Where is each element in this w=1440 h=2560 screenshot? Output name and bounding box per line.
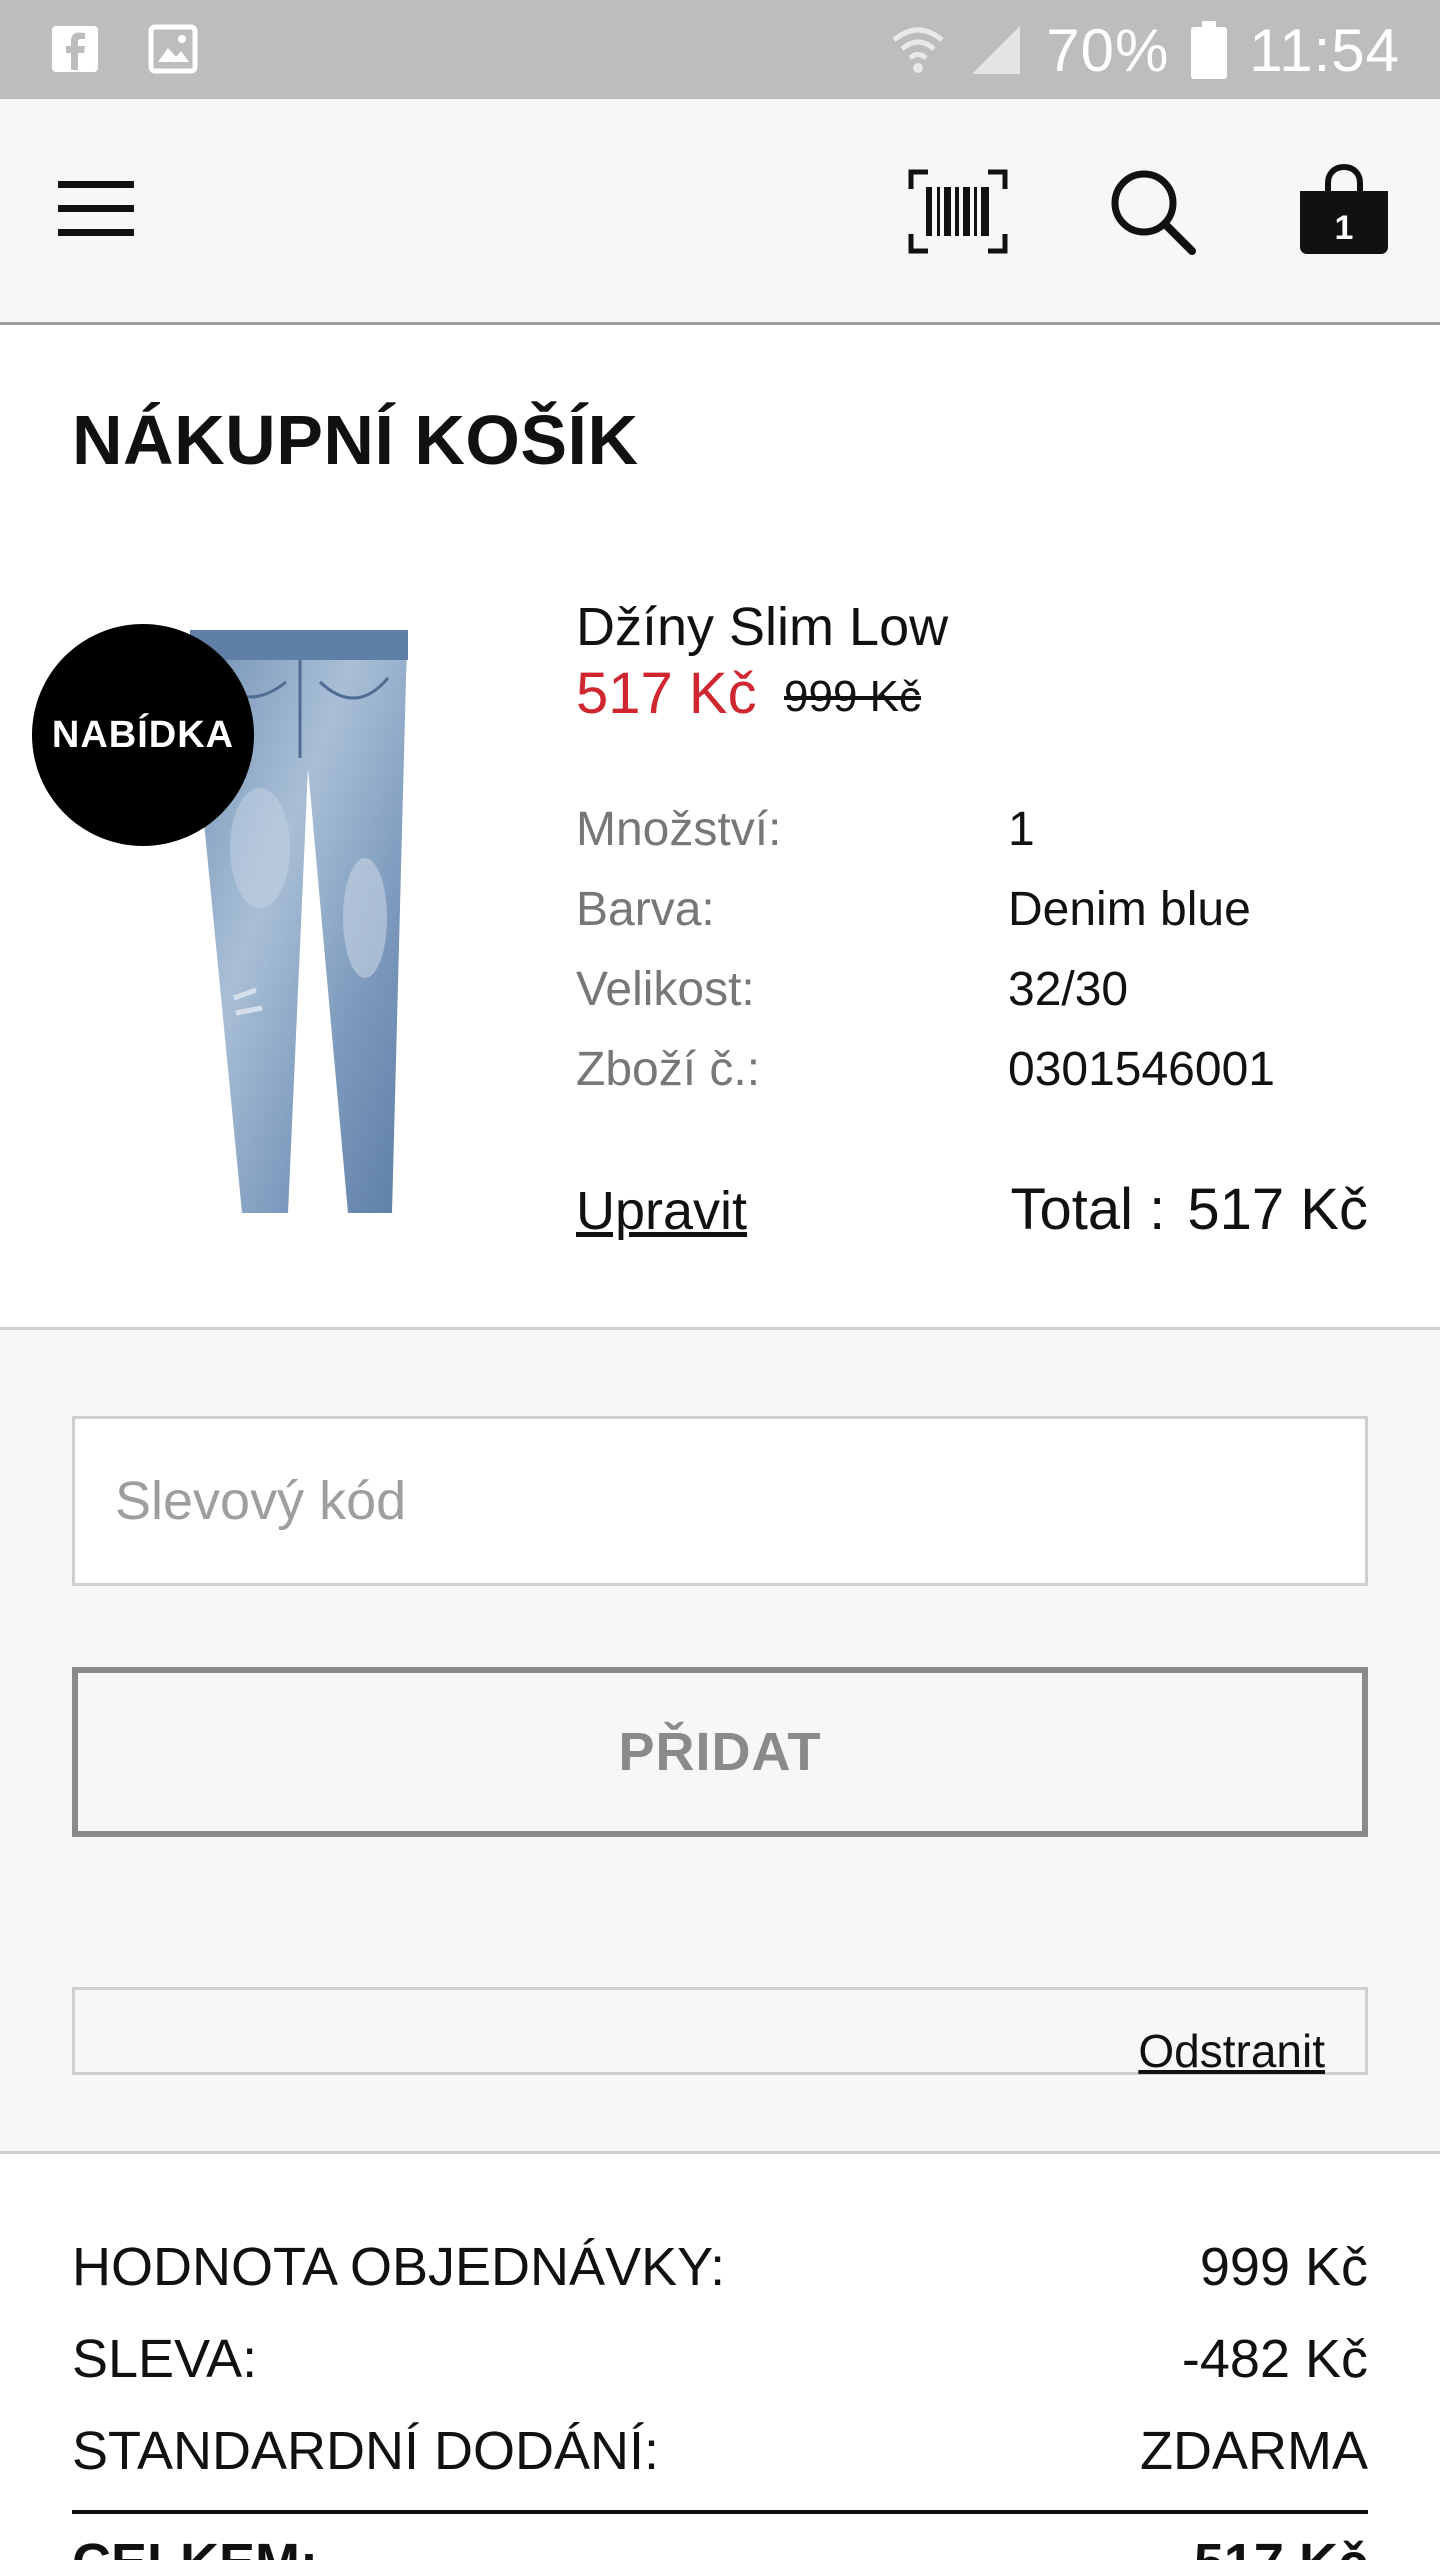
quantity-label: Množství: <box>576 803 782 856</box>
bag-count-badge: 1 <box>1334 209 1354 247</box>
order-value-label: HODNOTA OBJEDNÁVKY: <box>72 2237 726 2297</box>
discount-code-input[interactable] <box>72 1416 1368 1586</box>
product-name[interactable]: Džíny Slim Low <box>576 596 948 658</box>
add-discount-button[interactable]: PŘIDAT <box>72 1667 1368 1837</box>
battery-percent: 70% <box>1046 16 1170 84</box>
wifi-icon <box>892 27 944 73</box>
app-header: 1 <box>0 99 1440 325</box>
status-bar-system: 70% 11:54 <box>890 14 1400 86</box>
discount-label: SLEVA: <box>72 2329 258 2389</box>
offer-badge: NABÍDKA <box>32 624 254 846</box>
barcode-scanner-icon[interactable] <box>908 169 1008 254</box>
status-bar-notifications <box>50 24 198 74</box>
image-icon <box>148 24 198 74</box>
color-label: Barva: <box>576 883 715 936</box>
discount-amount: -482 Kč <box>1181 2329 1368 2389</box>
size-label: Velikost: <box>576 963 755 1016</box>
facebook-icon <box>52 26 98 72</box>
color-value: Denim blue <box>1008 883 1251 936</box>
delivery-amount: ZDARMA <box>1140 2421 1368 2481</box>
page-title: NÁKUPNÍ KOŠÍK <box>72 401 639 479</box>
shopping-bag-button[interactable]: 1 <box>1296 161 1392 257</box>
order-value-amount: 999 Kč <box>1199 2237 1368 2297</box>
grand-total-value: 517 Kč <box>1194 2532 1368 2560</box>
item-total: Total : 517 Kč <box>1005 1176 1368 1243</box>
delivery-row: STANDARDNÍ DODÁNÍ: ZDARMA <box>72 2420 1368 2482</box>
search-icon[interactable] <box>1108 167 1196 255</box>
item-total-label: Total : <box>1010 1177 1166 1242</box>
battery-icon <box>1191 21 1228 79</box>
hamburger-menu-icon[interactable] <box>58 181 134 237</box>
item-total-value: 517 Kč <box>1187 1177 1368 1242</box>
original-price: 999 Kč <box>784 672 921 721</box>
summary-divider <box>72 2510 1368 2514</box>
status-bar: 70% 11:54 <box>0 0 1440 99</box>
article-number-label: Zboží č.: <box>576 1043 761 1096</box>
size-value: 32/30 <box>1008 963 1129 1016</box>
article-number-value: 0301546001 <box>1008 1043 1275 1096</box>
quantity-value: 1 <box>1008 803 1035 856</box>
applied-code-box: Odstranit <box>72 1987 1368 2078</box>
clock: 11:54 <box>1249 16 1400 84</box>
signal-icon <box>972 26 1021 74</box>
grand-total-row: CELKEM: 517 Kč <box>72 2532 1368 2560</box>
discount-row: SLEVA: -482 Kč <box>72 2328 1368 2390</box>
edit-link[interactable]: Upravit <box>576 1180 747 1242</box>
sale-price: 517 Kč <box>576 661 757 726</box>
grand-total-label: CELKEM: <box>72 2532 318 2560</box>
discount-section: PŘIDAT Odstranit <box>0 1327 1440 2154</box>
remove-link[interactable]: Odstranit <box>1138 2024 1325 2078</box>
delivery-label: STANDARDNÍ DODÁNÍ: <box>72 2421 660 2481</box>
order-value-row: HODNOTA OBJEDNÁVKY: 999 Kč <box>72 2236 1368 2298</box>
